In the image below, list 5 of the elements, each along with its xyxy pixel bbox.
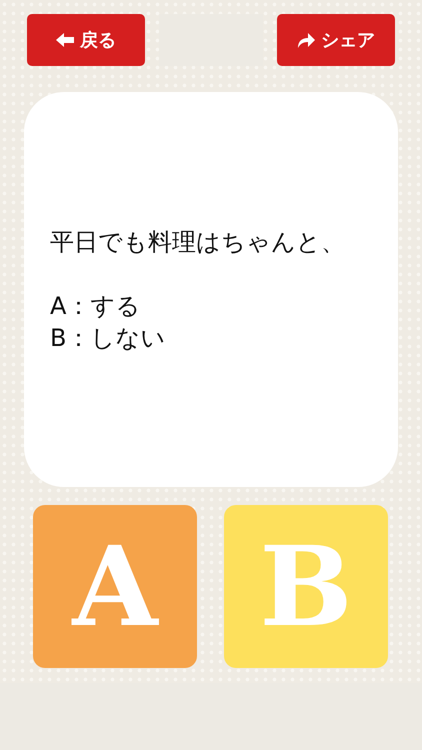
share-arrow-icon <box>297 32 315 48</box>
back-button[interactable]: 戻る <box>27 14 145 66</box>
share-button[interactable]: シェア <box>277 14 395 66</box>
arrow-left-icon <box>56 33 74 47</box>
question-text: 平日でも料理はちゃんと、 A：する B：しない <box>50 226 345 354</box>
